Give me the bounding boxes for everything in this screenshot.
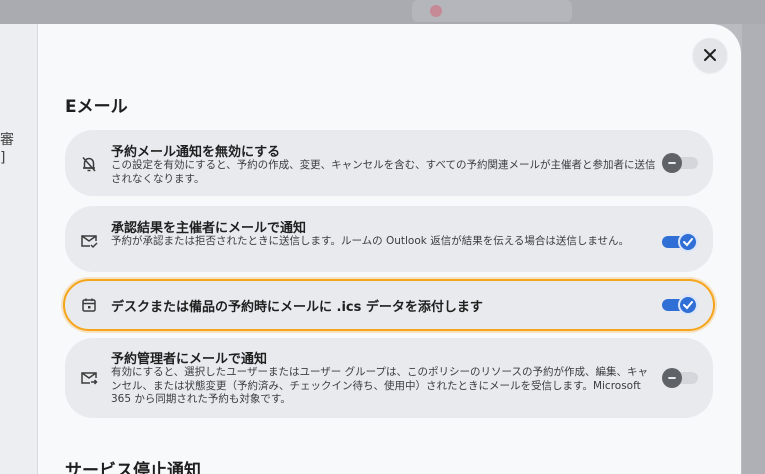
approval-result-email-toggle[interactable] (662, 232, 698, 252)
background-text: ] (0, 150, 5, 166)
calendar-icon (79, 295, 99, 315)
toggle-knob (678, 232, 698, 252)
section-title-email: Eメール (65, 92, 128, 117)
disable-booking-email-toggle[interactable] (662, 153, 698, 173)
setting-description: この設定を有効にすると、予約の作成、変更、キャンセルを含む、すべての予約関連メー… (111, 159, 656, 186)
close-button[interactable] (693, 38, 727, 72)
setting-row-approval-result-email: 承認結果を主催者にメールで通知 予約が承認または拒否されたときに送信します。ルー… (65, 206, 713, 272)
toggle-knob (678, 295, 698, 315)
setting-title: 承認結果を主催者にメールで通知 (111, 217, 306, 236)
mail-check-icon (79, 231, 99, 251)
toggle-knob (662, 153, 682, 173)
close-icon (703, 48, 717, 62)
setting-title: 予約メール通知を無効にする (111, 141, 280, 160)
settings-dialog: Eメール 予約メール通知を無効にする この設定を有効にすると、予約の作成、変更、… (38, 24, 741, 474)
background-right-panel (742, 24, 765, 474)
setting-description: 予約が承認または拒否されたときに送信します。ルームの Outlook 返信が結果… (111, 235, 656, 249)
mail-forward-icon (79, 368, 99, 388)
bell-off-icon (79, 154, 99, 174)
attach-ics-toggle[interactable] (662, 295, 698, 315)
setting-row-attach-ics: デスクまたは備品の予約時にメールに .ics データを添付します (65, 281, 713, 329)
toggle-knob (662, 368, 682, 388)
setting-title: デスクまたは備品の予約時にメールに .ics データを添付します (111, 296, 483, 315)
setting-row-disable-booking-email: 予約メール通知を無効にする この設定を有効にすると、予約の作成、変更、キャンセル… (65, 130, 713, 196)
background-text: 審 (0, 129, 14, 149)
setting-description: 有効にすると、選択したユーザーまたはユーザー グループは、このポリシーのリソース… (111, 366, 656, 407)
notify-booking-admins-toggle[interactable] (662, 368, 698, 388)
setting-row-notify-booking-admins: 予約管理者にメールで通知 有効にすると、選択したユーザーまたはユーザー グループ… (65, 338, 713, 418)
background-topbar (0, 0, 765, 24)
section-title-outage: サービス停止通知 (65, 456, 201, 474)
background-status-dot (430, 5, 442, 17)
setting-title: 予約管理者にメールで通知 (111, 348, 267, 367)
background-sidebar: 審 ] (0, 24, 38, 474)
